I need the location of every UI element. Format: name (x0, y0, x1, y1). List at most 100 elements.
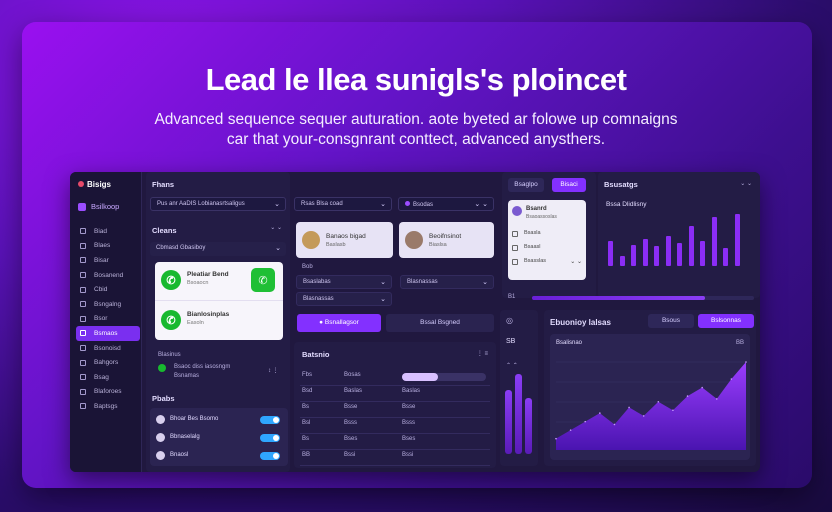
sidebar-item[interactable]: Blaes (76, 239, 140, 254)
detail-card: Bsanrd Bsaoassoslas Bsasla Bsaasl Bsasslas… (508, 200, 586, 280)
bar-chart (608, 214, 754, 266)
sidebar-item-label: Bisar (94, 256, 109, 264)
nav-icon (80, 242, 86, 249)
middle-filter-select-2[interactable]: Bsodas ⌄ ⌄ (398, 197, 494, 211)
table-actions-icon[interactable]: ⋮ ≡ (477, 350, 488, 357)
sidebar-item[interactable]: Biad (76, 224, 140, 239)
table-cell: Baslas (402, 388, 421, 394)
whatsapp-icon: ✆ (161, 270, 181, 290)
row-select[interactable]: Blasnassas ⌄ (296, 292, 392, 306)
row-select[interactable]: Blasnassas ⌄ (400, 275, 494, 289)
table-row[interactable]: BB Bssi Bssi (294, 450, 496, 466)
nav-icon (80, 359, 86, 366)
area-point (628, 406, 630, 409)
nav-icon (80, 301, 86, 308)
sidebar-profile[interactable]: Bsilkoop (78, 202, 120, 212)
detail-sub: Bsaoassoslas (526, 214, 557, 220)
primary-action-label: Bsnallagsor (324, 319, 359, 326)
avatar (405, 231, 423, 249)
avatar (512, 206, 522, 216)
detail-row-label: Bsaasl (524, 244, 541, 250)
sidebar-nav: Biad Blaes Bisar Bosanend Cbid Bsngalng Bsor Bs… (76, 224, 140, 414)
area-point (730, 378, 733, 380)
export-button[interactable]: Bslsonnas (698, 314, 754, 328)
area-point (599, 412, 601, 414)
table-cell: Bses (344, 436, 358, 442)
task-toggle[interactable] (260, 434, 280, 442)
secondary-action-label: Bssal Bsgned (420, 319, 460, 326)
sidebar-item[interactable]: Bahgors (76, 355, 140, 370)
chevron-down-icon: ⌄ (274, 201, 280, 208)
filter-button[interactable]: Bsous (648, 314, 694, 328)
brand-name: Bisigs (87, 180, 112, 189)
sidebar-item[interactable]: Bosanend (76, 268, 140, 283)
area-point (569, 429, 572, 431)
contacts-filter-select[interactable]: Pus anr AaDIS Lobianasrtsaligus ⌄ (150, 197, 286, 211)
chart-bar (619, 255, 625, 266)
row-label: Bob (302, 264, 313, 270)
middle-filter-value-2: Bsodas (413, 202, 434, 208)
task-toggle[interactable] (260, 452, 280, 460)
table-row[interactable]: Fbs Bosas (294, 370, 496, 386)
sidebar-item[interactable]: Baptsgs (76, 399, 140, 414)
table-cell: Bs (302, 404, 310, 410)
whatsapp-app-icon[interactable]: ✆ (251, 268, 275, 292)
sidebar-item-label: Bsmaos (94, 329, 118, 337)
secondary-action-button[interactable]: Bssal Bsgned (386, 314, 494, 332)
table-row[interactable]: Bsl Bsss Bsss (294, 418, 496, 434)
brand: Bisigs (78, 180, 111, 189)
panel-chevron-icon[interactable]: ⌄ ⌄ (740, 180, 752, 187)
area-point (745, 361, 747, 363)
data-table: Batsnio ⋮ ≡ Fbs Bosas Bsd Baslas Baslas Bs Bss… (294, 342, 496, 468)
sidebar-item[interactable]: Bisar (76, 253, 140, 268)
area-chart-title: Bsalisnao (556, 340, 583, 346)
profile-card-2[interactable]: Beoifnsinot Biaslsa (399, 222, 494, 258)
subheadline: Advanced sequence sequer auturation. aot… (120, 110, 712, 150)
headline: Lead le llea sunigls's ploincet (205, 62, 627, 97)
section-chevron-icon[interactable]: ⌄ ⌄ (270, 224, 282, 231)
row-select[interactable]: Bsaslabas ⌄ (296, 275, 392, 289)
chevron-down-icon: ⌄ (482, 279, 488, 286)
tab-overview[interactable]: Bsaglpo (508, 178, 544, 192)
arrows-icon[interactable]: ↕ ⋮ (268, 367, 279, 374)
area-chart-frame: Bsalisnao BB (550, 334, 750, 460)
sidebar-item-label: Blaes (94, 242, 111, 250)
area-point (642, 415, 645, 417)
chart-panel-title: Bsusatgs (604, 180, 638, 189)
middle-filter-select[interactable]: Rsas Blsa coad ⌄ (294, 197, 392, 211)
tab-active[interactable]: Bisaci (552, 178, 586, 192)
nav-icon (80, 330, 86, 337)
area-chart-panel: Ebuonioy lalsas Bsous Bslsonnas Bsalisna… (544, 310, 756, 466)
sidebar-item[interactable]: Bsmaos (76, 326, 140, 341)
profile-card-1[interactable]: Banaos bigad Baslasb (296, 222, 393, 258)
table-cell: Baslas (344, 388, 363, 394)
contacts-subfilter[interactable]: Cbmasd Gbasiboy ⌄ (150, 242, 286, 256)
table-cell: Bsse (344, 404, 358, 410)
table-row[interactable]: Bs Bses Bses (294, 434, 496, 450)
sidebar-item[interactable]: Bsngalng (76, 297, 140, 312)
divider (155, 300, 283, 301)
sidebar-item[interactable]: Cbid (76, 282, 140, 297)
detail-row[interactable]: Bsasslas ⌄ ⌄ (512, 258, 582, 268)
table-cell: Bsd (302, 388, 313, 394)
detail-row[interactable]: Bsaasl (512, 244, 582, 254)
sidebar-item[interactable]: Blaforoes (76, 385, 140, 400)
primary-action-button[interactable]: ● Bsnallagsor (297, 314, 381, 332)
task-row: Bnaosl (156, 450, 284, 464)
tab-label: Bisaci (560, 181, 578, 188)
progress-label: B1 (508, 294, 516, 300)
sidebar-item[interactable]: Bsor (76, 312, 140, 327)
sidebar-item-label: Blaforoes (94, 388, 122, 396)
detail-row[interactable]: Bsasla (512, 230, 582, 240)
table-row[interactable]: Bs Bsse Bsse (294, 402, 496, 418)
table-row[interactable]: Bsd Baslas Baslas (294, 386, 496, 402)
task-row: Bbnaselalg (156, 432, 284, 446)
sidebar-item[interactable]: Bsag (76, 370, 140, 385)
chevron-down-icon: ⌄ (380, 279, 386, 286)
card-item-subtitle: Easoln (187, 320, 204, 326)
progress-track[interactable] (532, 296, 754, 300)
sidebar-item[interactable]: Bsonoisd (76, 341, 140, 356)
vertical-bars-panel: ◎ SB ⌃ ⌃ (500, 310, 538, 466)
task-toggle[interactable] (260, 416, 280, 424)
sidebar-profile-label: Bsilkoop (91, 202, 120, 211)
